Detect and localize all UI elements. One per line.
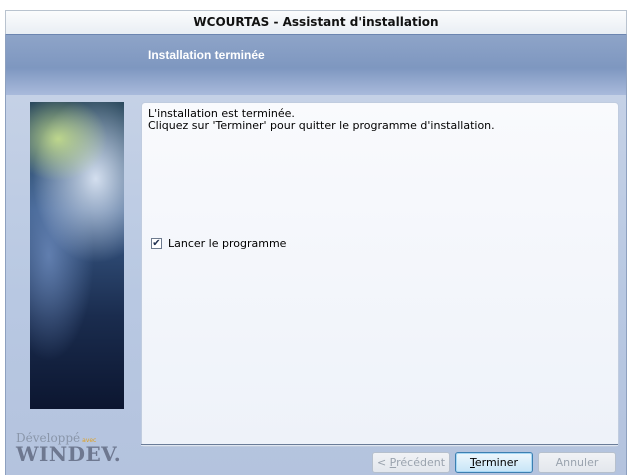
launch-program-option[interactable]: ✔ Lancer le programme — [151, 237, 286, 250]
cancel-button[interactable]: Annuler — [538, 452, 616, 473]
logo-product-text: WINDEV. — [16, 442, 122, 466]
side-banner-image — [30, 102, 124, 409]
finish-button[interactable]: Terminer — [455, 452, 533, 473]
installer-window: Installation terminée Développé avec WIND… — [5, 34, 627, 475]
launch-program-label[interactable]: Lancer le programme — [168, 237, 286, 250]
previous-prefix: < — [376, 456, 390, 469]
launch-program-checkbox[interactable]: ✔ — [151, 238, 162, 249]
windev-logo: Développé avec WINDEV. — [16, 431, 136, 471]
previous-label: récédent — [396, 456, 446, 469]
checkmark-icon: ✔ — [152, 237, 161, 249]
window-titlebar[interactable]: WCOURTAS - Assistant d'installation — [5, 10, 627, 34]
window-title: WCOURTAS - Assistant d'installation — [193, 15, 439, 29]
content-panel: L'installation est terminée. Cliquez sur… — [141, 102, 619, 447]
button-separator — [141, 444, 618, 446]
cancel-label: Annuler — [555, 456, 599, 469]
completion-message: L'installation est terminée. Cliquez sur… — [148, 108, 495, 132]
step-title: Installation terminée — [148, 48, 265, 62]
header-band: Installation terminée — [6, 34, 626, 95]
message-line-2: Cliquez sur 'Terminer' pour quitter le p… — [148, 119, 495, 132]
finish-label: erminer — [474, 456, 518, 469]
previous-button[interactable]: < Précédent — [372, 452, 450, 473]
